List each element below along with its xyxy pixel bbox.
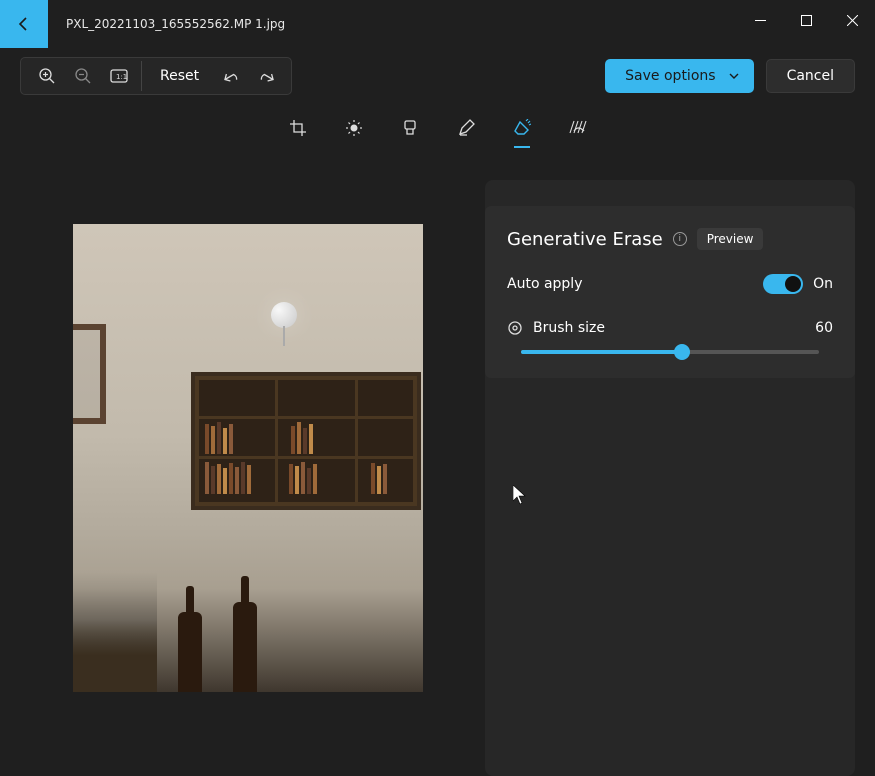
tab-erase[interactable] bbox=[508, 108, 536, 148]
fit-button[interactable]: 1:1 bbox=[101, 58, 137, 94]
back-button[interactable] bbox=[0, 0, 48, 48]
tab-filter[interactable] bbox=[396, 108, 424, 148]
brush-size-label: Brush size bbox=[533, 320, 605, 336]
tab-markup[interactable] bbox=[452, 108, 480, 148]
file-name: PXL_20221103_165552562.MP 1.jpg bbox=[66, 17, 285, 31]
tab-crop[interactable] bbox=[284, 108, 312, 148]
adjust-icon bbox=[345, 119, 363, 137]
info-icon[interactable]: i bbox=[673, 232, 687, 246]
svg-text:1:1: 1:1 bbox=[116, 73, 127, 81]
brush-size-slider[interactable] bbox=[521, 350, 819, 354]
toolbar-divider bbox=[141, 61, 142, 91]
panel-title: Generative Erase bbox=[507, 229, 663, 250]
redo-icon bbox=[258, 67, 276, 85]
save-options-button[interactable]: Save options bbox=[605, 59, 753, 93]
brush-size-value: 60 bbox=[815, 320, 833, 336]
filter-icon bbox=[401, 119, 419, 137]
minimize-button[interactable] bbox=[737, 4, 783, 36]
auto-apply-toggle[interactable] bbox=[763, 274, 803, 294]
chevron-down-icon bbox=[728, 70, 740, 82]
minimize-icon bbox=[755, 15, 766, 26]
preview-badge: Preview bbox=[697, 228, 764, 250]
cancel-button[interactable]: Cancel bbox=[766, 59, 855, 93]
undo-button[interactable] bbox=[213, 58, 249, 94]
redo-button[interactable] bbox=[249, 58, 285, 94]
edited-photo[interactable] bbox=[73, 224, 423, 692]
zoom-in-button[interactable] bbox=[29, 58, 65, 94]
maximize-button[interactable] bbox=[783, 4, 829, 36]
background-icon bbox=[568, 119, 588, 137]
tab-background[interactable] bbox=[564, 108, 592, 148]
close-icon bbox=[847, 15, 858, 26]
auto-apply-state: On bbox=[813, 276, 833, 292]
auto-apply-label: Auto apply bbox=[507, 276, 582, 292]
arrow-left-icon bbox=[16, 16, 32, 32]
canvas-area[interactable] bbox=[10, 152, 485, 733]
crop-icon bbox=[289, 119, 307, 137]
maximize-icon bbox=[801, 15, 812, 26]
zoom-out-button[interactable] bbox=[65, 58, 101, 94]
reset-button[interactable]: Reset bbox=[146, 68, 213, 84]
zoom-in-icon bbox=[38, 67, 56, 85]
slider-thumb[interactable] bbox=[674, 344, 690, 360]
save-label: Save options bbox=[625, 68, 715, 84]
undo-icon bbox=[222, 67, 240, 85]
fit-icon: 1:1 bbox=[110, 69, 128, 83]
close-button[interactable] bbox=[829, 4, 875, 36]
tab-adjust[interactable] bbox=[340, 108, 368, 148]
erase-icon bbox=[513, 119, 531, 137]
side-panel: Generative Erase i Preview Auto apply On… bbox=[485, 180, 855, 776]
brush-icon bbox=[507, 320, 523, 336]
markup-icon bbox=[457, 119, 475, 137]
zoom-out-icon bbox=[74, 67, 92, 85]
